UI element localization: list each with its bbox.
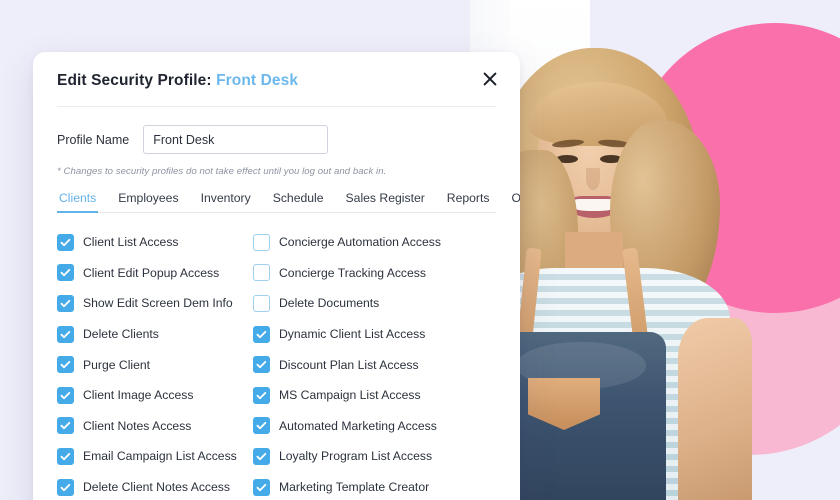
checkbox-checked-icon[interactable]	[57, 233, 74, 251]
checkbox-checked-icon[interactable]	[57, 417, 74, 435]
checkbox-checked-icon[interactable]	[57, 478, 74, 496]
permission-label: Client Notes Access	[83, 418, 192, 433]
permission-row-client-image-access[interactable]: Client Image Access	[57, 380, 253, 411]
tab-schedule[interactable]: Schedule	[271, 191, 326, 213]
dialog-title-profile-name: Front Desk	[216, 72, 299, 89]
permission-row-concierge-tracking-access[interactable]: Concierge Tracking Access	[253, 258, 496, 289]
checkbox-checked-icon[interactable]	[253, 447, 270, 465]
checkbox-checked-icon[interactable]	[57, 294, 74, 312]
tab-clients[interactable]: Clients	[57, 191, 99, 213]
permission-row-email-campaign-list-access[interactable]: Email Campaign List Access	[57, 441, 253, 472]
permission-row-ms-campaign-list-access[interactable]: MS Campaign List Access	[253, 380, 496, 411]
permission-label: Show Edit Screen Dem Info	[83, 296, 233, 311]
permission-row-delete-documents[interactable]: Delete Documents	[253, 288, 496, 319]
permission-label: Purge Client	[83, 357, 151, 372]
permission-row-automated-marketing-access[interactable]: Automated Marketing Access	[253, 411, 496, 442]
permission-label: Concierge Automation Access	[279, 235, 441, 250]
permission-row-show-edit-screen-dem-info[interactable]: Show Edit Screen Dem Info	[57, 288, 253, 319]
checkbox-checked-icon[interactable]	[57, 264, 74, 282]
photo-nose	[586, 168, 600, 190]
tab-reports[interactable]: Reports	[445, 191, 492, 213]
checkbox-checked-icon[interactable]	[253, 386, 270, 404]
photo-arm	[678, 318, 752, 500]
tab-employees[interactable]: Employees	[116, 191, 180, 213]
permissions-grid: Client List Access Client Edit Popup Acce…	[33, 213, 520, 500]
permission-row-client-edit-popup-access[interactable]: Client Edit Popup Access	[57, 258, 253, 289]
permission-row-loyalty-program-list-access[interactable]: Loyalty Program List Access	[253, 441, 496, 472]
permission-tabs: Clients Employees Inventory Schedule Sal…	[57, 191, 520, 213]
permissions-column-right: Concierge Automation Access Concierge Tra…	[253, 227, 496, 500]
checkbox-checked-icon[interactable]	[253, 356, 270, 374]
profile-name-label: Profile Name	[57, 132, 130, 147]
permission-label: Discount Plan List Access	[279, 357, 419, 372]
permission-label: Delete Clients	[83, 327, 159, 342]
tab-other[interactable]: Other	[509, 191, 520, 213]
permission-row-concierge-automation-access[interactable]: Concierge Automation Access	[253, 227, 496, 258]
checkbox-checked-icon[interactable]	[57, 386, 74, 404]
permission-label: Client List Access	[83, 235, 179, 250]
checkbox-checked-icon[interactable]	[253, 478, 270, 496]
close-icon	[483, 72, 497, 89]
permission-row-marketing-template-creator[interactable]: Marketing Template Creator	[253, 472, 496, 500]
permission-label: Delete Client Notes Access	[83, 480, 230, 495]
permission-label: Concierge Tracking Access	[279, 265, 426, 280]
tab-inventory[interactable]: Inventory	[199, 191, 253, 213]
permission-label: MS Campaign List Access	[279, 388, 421, 403]
permission-row-delete-clients[interactable]: Delete Clients	[57, 319, 253, 350]
permission-row-client-notes-access[interactable]: Client Notes Access	[57, 411, 253, 442]
permission-row-dynamic-client-list-access[interactable]: Dynamic Client List Access	[253, 319, 496, 350]
edit-security-profile-dialog: Edit Security Profile: Front Desk Profil…	[33, 52, 520, 500]
permission-label: Email Campaign List Access	[83, 449, 237, 464]
permission-label: Client Image Access	[83, 388, 194, 403]
page-title: Edit Security Profile: Front Desk	[57, 72, 496, 90]
close-button[interactable]	[476, 66, 504, 94]
tab-sales-register[interactable]: Sales Register	[344, 191, 427, 213]
checkbox-unchecked-icon[interactable]	[253, 294, 270, 312]
permission-label: Automated Marketing Access	[279, 418, 437, 433]
permissions-column-left: Client List Access Client Edit Popup Acce…	[57, 227, 253, 500]
checkbox-checked-icon[interactable]	[253, 417, 270, 435]
checkbox-checked-icon[interactable]	[253, 325, 270, 343]
permission-label: Client Edit Popup Access	[83, 265, 220, 280]
checkbox-unchecked-icon[interactable]	[253, 233, 270, 251]
permission-row-purge-client[interactable]: Purge Client	[57, 349, 253, 380]
permission-label: Dynamic Client List Access	[279, 327, 426, 342]
checkbox-unchecked-icon[interactable]	[253, 264, 270, 282]
permission-row-delete-client-notes-access[interactable]: Delete Client Notes Access	[57, 472, 253, 500]
dialog-header: Edit Security Profile: Front Desk	[33, 52, 520, 90]
dialog-title-prefix: Edit Security Profile:	[57, 72, 212, 89]
permission-label: Marketing Template Creator	[279, 480, 430, 495]
permission-label: Loyalty Program List Access	[279, 449, 433, 464]
permission-label: Delete Documents	[279, 296, 380, 311]
profile-change-note: * Changes to security profiles do not ta…	[57, 166, 387, 177]
checkbox-checked-icon[interactable]	[57, 356, 74, 374]
profile-name-row: Profile Name	[33, 107, 520, 154]
profile-name-input[interactable]	[143, 125, 329, 154]
permission-row-client-list-access[interactable]: Client List Access	[57, 227, 253, 258]
checkbox-checked-icon[interactable]	[57, 447, 74, 465]
checkbox-checked-icon[interactable]	[57, 325, 74, 343]
permission-row-discount-plan-list-access[interactable]: Discount Plan List Access	[253, 349, 496, 380]
